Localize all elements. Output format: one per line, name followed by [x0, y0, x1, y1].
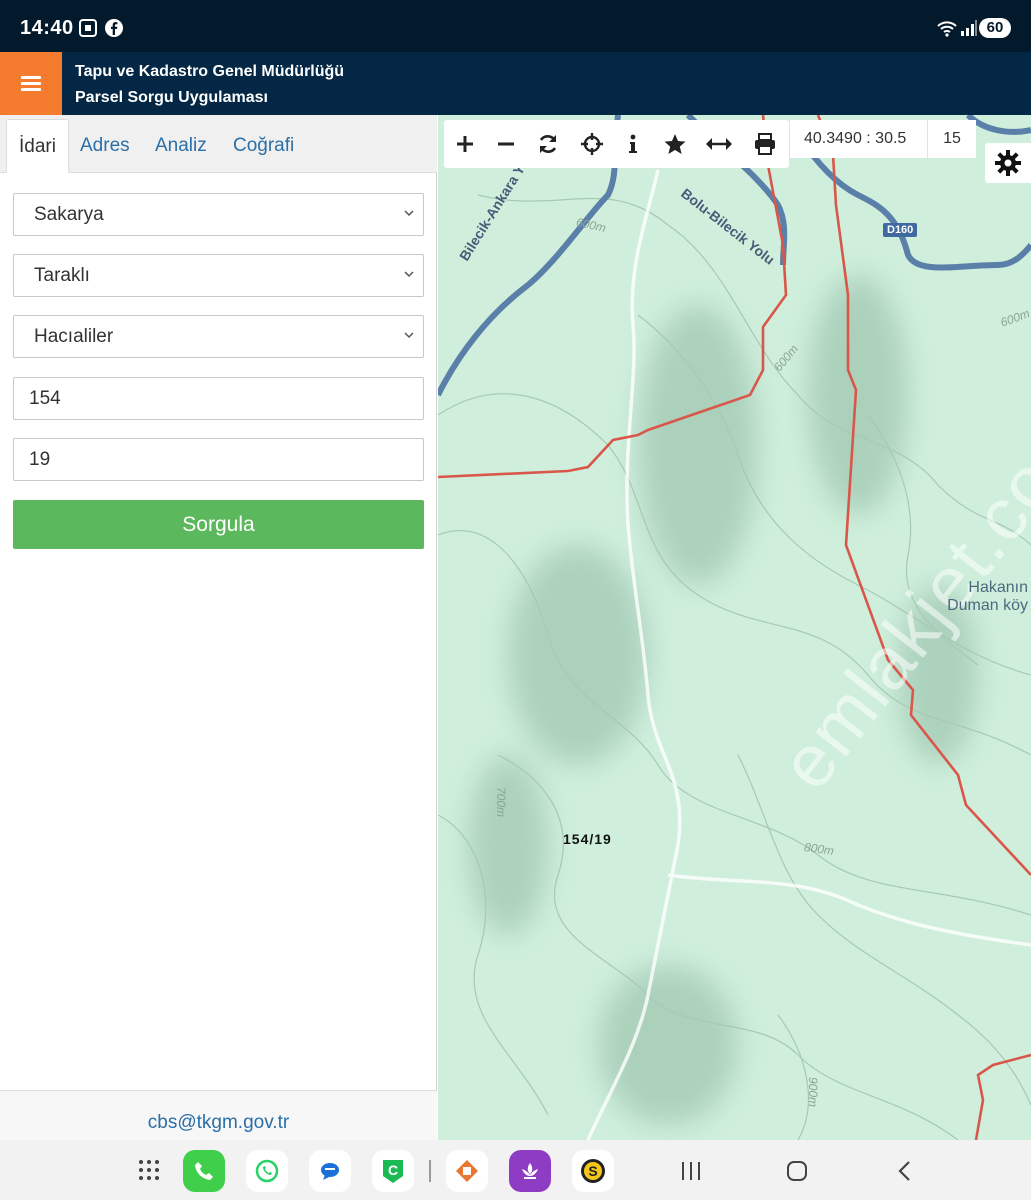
province-select[interactable]: Sakarya: [13, 193, 424, 236]
plus-icon: [457, 136, 473, 152]
place-name-line2: Duman köy: [947, 597, 1028, 614]
contact-email-link[interactable]: cbs@tkgm.gov.tr: [0, 1112, 437, 1134]
minus-icon: [498, 142, 514, 146]
status-time: 14:40: [20, 17, 74, 39]
measure-icon: [706, 138, 732, 150]
hamburger-icon: [21, 75, 41, 92]
facebook-icon: [105, 19, 123, 37]
signal-icon: [961, 20, 977, 36]
parcel-number-input[interactable]: 19: [13, 438, 424, 481]
print-button[interactable]: [747, 126, 783, 162]
chevron-down-icon: [404, 210, 414, 217]
info-icon: [629, 134, 637, 153]
measure-button[interactable]: [701, 126, 737, 162]
zoom-level-readout: 15: [928, 120, 976, 158]
app-title: Tapu ve Kadastro Genel Müdürlüğü: [75, 63, 345, 80]
tab-idari[interactable]: İdari: [6, 119, 69, 173]
place-name: Hakanın Duman köy: [908, 579, 1028, 615]
coordinate-readout: 40.3490 : 30.5: [790, 120, 927, 158]
place-name-line1: Hakanın: [968, 579, 1028, 596]
district-select[interactable]: Taraklı: [13, 254, 424, 297]
svg-text:C: C: [388, 1162, 398, 1178]
map-settings-button[interactable]: [985, 143, 1031, 183]
back-icon[interactable]: [894, 1160, 916, 1182]
locate-button[interactable]: [574, 126, 610, 162]
query-panel: İdari Adres Analiz Coğrafi Sakarya Tarak…: [0, 115, 437, 1140]
district-value: Taraklı: [34, 265, 90, 286]
home-icon[interactable]: [786, 1160, 808, 1182]
phone-app-icon[interactable]: [183, 1150, 225, 1192]
favorite-button[interactable]: [657, 126, 693, 162]
star-icon: [664, 134, 686, 154]
print-icon: [755, 133, 775, 155]
map-toolbar: [444, 120, 789, 168]
chevron-down-icon: [404, 332, 414, 339]
dock-divider: [429, 1160, 431, 1182]
neighborhood-value: Hacıaliler: [34, 326, 114, 347]
system-nav-bar: C S: [0, 1140, 1031, 1200]
locate-icon: [581, 133, 603, 155]
parcel-label[interactable]: 154/19: [563, 831, 612, 847]
road-shield: D160: [883, 223, 918, 237]
refresh-icon: [539, 135, 557, 153]
whatsapp-app-icon[interactable]: [246, 1150, 288, 1192]
battery-indicator: 60: [979, 18, 1011, 38]
tab-adres[interactable]: Adres: [68, 119, 142, 173]
app-subtitle: Parsel Sorgu Uygulaması: [75, 89, 268, 106]
contour-label: 900m: [806, 1076, 821, 1108]
app-drawer-icon[interactable]: [138, 1159, 160, 1181]
footer: cbs@tkgm.gov.tr: [0, 1090, 437, 1140]
recents-icon[interactable]: [680, 1160, 702, 1182]
purple-app-icon[interactable]: [509, 1150, 551, 1192]
messages-app-icon[interactable]: [309, 1150, 351, 1192]
s-app-icon[interactable]: S: [572, 1150, 614, 1192]
app-header: Tapu ve Kadastro Genel Müdürlüğü Parsel …: [0, 52, 1031, 115]
tab-bar: İdari Adres Analiz Coğrafi: [0, 115, 437, 173]
c-app-icon[interactable]: C: [372, 1150, 414, 1192]
wifi-icon: [937, 21, 957, 37]
menu-button[interactable]: [0, 52, 62, 115]
svg-text:S: S: [588, 1163, 597, 1179]
neighborhood-select[interactable]: Hacıaliler: [13, 315, 424, 358]
tab-cografi[interactable]: Coğrafi: [221, 119, 306, 173]
chevron-down-icon: [404, 271, 414, 278]
status-bar: 14:40 60: [0, 0, 1031, 52]
screenshot-icon: [79, 19, 97, 37]
block-number-input[interactable]: 154: [13, 377, 424, 420]
map-view[interactable]: emlakjet.com Bilecik-Ankara Yolu Bolu-Bi…: [438, 115, 1031, 1140]
query-button[interactable]: Sorgula: [13, 500, 424, 549]
province-value: Sakarya: [34, 204, 104, 225]
zoom-in-button[interactable]: [447, 126, 483, 162]
contour-label: 700m: [494, 786, 509, 818]
info-button[interactable]: [615, 126, 651, 162]
emlakjet-app-icon[interactable]: [446, 1150, 488, 1192]
tab-analiz[interactable]: Analiz: [143, 119, 219, 173]
gear-icon: [995, 150, 1021, 176]
refresh-button[interactable]: [530, 126, 566, 162]
zoom-out-button[interactable]: [488, 126, 524, 162]
